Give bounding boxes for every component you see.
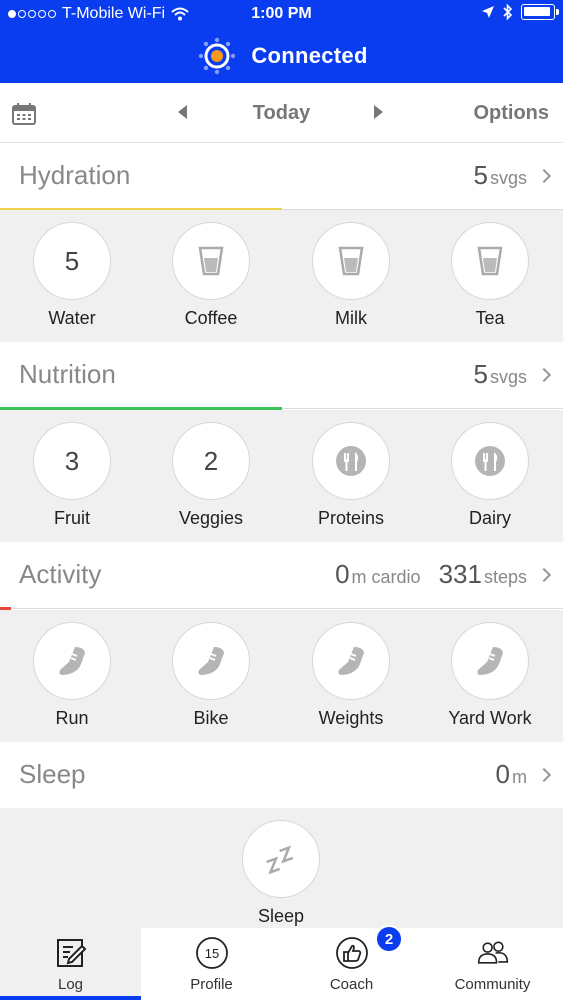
- weights-label: Weights: [318, 708, 384, 728]
- sleep-header[interactable]: Sleep 0 m: [0, 742, 563, 809]
- chevron-right-icon: [536, 367, 552, 383]
- nutrition-unit: svgs: [489, 367, 527, 387]
- options-button[interactable]: Options: [473, 102, 549, 125]
- community-people-icon: [477, 941, 508, 964]
- connection-status[interactable]: Connected: [0, 36, 563, 76]
- nutrition-items: 3 Fruit 2 Veggies Proteins Dairy: [0, 410, 563, 542]
- sleep-title: Sleep: [19, 759, 86, 789]
- tab-profile-label: Profile: [190, 976, 233, 993]
- log-notepad-icon: [56, 939, 86, 967]
- tab-log-label: Log: [57, 976, 84, 993]
- dairy-label: Dairy: [468, 508, 511, 528]
- previous-day-arrow-icon[interactable]: [178, 105, 187, 119]
- hydration-item-coffee[interactable]: Coffee: [141, 222, 281, 329]
- nutrition-item-veggies[interactable]: 2 Veggies: [141, 422, 281, 529]
- profile-icon-number: 15: [204, 946, 218, 961]
- hydration-item-milk[interactable]: Milk: [281, 222, 421, 329]
- nutrition-header[interactable]: Nutrition 5 svgs: [0, 342, 563, 410]
- shoe-icon: [338, 647, 364, 675]
- plate-utensils-icon: [336, 446, 366, 476]
- date-navigation-bar: Today Options: [0, 83, 563, 143]
- chevron-right-icon: [536, 567, 552, 583]
- activity-summary: 0 m cardio 331 steps: [335, 559, 552, 590]
- bike-label: Bike: [193, 708, 229, 728]
- hydration-items: 5 Water Coffee Milk Tea: [0, 210, 563, 342]
- steps-unit: steps: [483, 567, 527, 587]
- activity-title: Activity: [19, 559, 102, 589]
- location-arrow-icon: [482, 6, 494, 18]
- hydration-value: 5: [473, 160, 488, 190]
- shoe-icon: [59, 647, 85, 675]
- top-bar: T-Mobile Wi-Fi 1:00 PM Connected: [0, 0, 563, 83]
- battery-icon: [521, 4, 559, 20]
- activity-header[interactable]: Activity 0 m cardio 331 steps: [0, 542, 563, 610]
- status-time: 1:00 PM: [251, 5, 312, 22]
- nutrition-item-fruit[interactable]: 3 Fruit: [2, 422, 142, 529]
- shoe-icon: [477, 647, 503, 675]
- cardio-unit: m cardio: [351, 567, 421, 587]
- cup-icon: [477, 246, 503, 276]
- current-date-label[interactable]: Today: [253, 102, 310, 124]
- sleep-item[interactable]: Sleep: [211, 820, 351, 927]
- veggies-count: 2: [172, 422, 250, 500]
- veggies-label: Veggies: [178, 508, 244, 528]
- nutrition-item-dairy[interactable]: Dairy: [420, 422, 560, 529]
- hydration-item-tea[interactable]: Tea: [420, 222, 560, 329]
- coach-thumbs-up-icon: [335, 937, 368, 969]
- activity-item-run[interactable]: Run: [2, 622, 142, 729]
- cardio-value: 0: [335, 559, 350, 589]
- hydration-header[interactable]: Hydration 5 svgs: [0, 143, 563, 211]
- status-bar: T-Mobile Wi-Fi 1:00 PM: [0, 0, 563, 30]
- water-label: Water: [48, 308, 96, 328]
- nutrition-summary: 5 svgs: [473, 359, 552, 390]
- fruit-count: 3: [33, 422, 111, 500]
- status-right: [481, 4, 559, 20]
- chevron-right-icon: [536, 767, 552, 783]
- cup-icon: [198, 246, 224, 276]
- sleep-summary: 0 m: [495, 759, 552, 790]
- cup-icon: [338, 246, 364, 276]
- profile-badge-icon: 15: [195, 937, 228, 969]
- milk-label: Milk: [335, 308, 367, 328]
- water-count: 5: [33, 222, 111, 300]
- calendar-icon[interactable]: [12, 103, 36, 125]
- tab-community[interactable]: Community: [422, 928, 563, 1000]
- nutrition-value: 5: [473, 359, 488, 389]
- activity-item-yard-work[interactable]: Yard Work: [420, 622, 560, 729]
- proteins-label: Proteins: [317, 508, 385, 528]
- activity-items: Run Bike Weights Yard Work: [0, 610, 563, 742]
- sleep-unit: m: [512, 767, 527, 787]
- steps-value: 331: [438, 559, 482, 589]
- bluetooth-icon: [503, 4, 513, 20]
- coffee-label: Coffee: [184, 308, 238, 328]
- sleep-label: Sleep: [257, 906, 305, 926]
- tab-community-label: Community: [454, 976, 531, 993]
- activity-item-bike[interactable]: Bike: [141, 622, 281, 729]
- activity-item-weights[interactable]: Weights: [281, 622, 421, 729]
- tab-coach-label: Coach: [329, 976, 374, 993]
- chevron-right-icon: [536, 168, 552, 184]
- sleep-items: Sleep: [0, 808, 563, 928]
- plate-utensils-icon: [475, 446, 505, 476]
- next-day-arrow-icon[interactable]: [374, 105, 383, 119]
- nutrition-item-proteins[interactable]: Proteins: [281, 422, 421, 529]
- connected-device-icon: [199, 37, 236, 75]
- shoe-icon: [198, 647, 224, 675]
- nutrition-title: Nutrition: [19, 359, 116, 389]
- hydration-title: Hydration: [19, 160, 131, 190]
- sleep-value: 0: [495, 759, 510, 789]
- hydration-item-water[interactable]: 5 Water: [2, 222, 142, 329]
- zzz-icon: [266, 845, 294, 874]
- yard-work-label: Yard Work: [448, 708, 532, 728]
- fruit-label: Fruit: [54, 508, 90, 528]
- connection-status-label: Connected: [251, 43, 368, 68]
- tea-label: Tea: [475, 308, 505, 328]
- hydration-unit: svgs: [489, 168, 527, 188]
- run-label: Run: [55, 708, 89, 728]
- coach-notification-badge: 2: [375, 925, 403, 953]
- tab-bar: Log 15 Profile Coach Community: [0, 928, 563, 1000]
- hydration-summary: 5 svgs: [473, 160, 552, 191]
- tab-profile[interactable]: 15 Profile: [141, 928, 282, 1000]
- tab-log[interactable]: Log: [0, 928, 141, 1000]
